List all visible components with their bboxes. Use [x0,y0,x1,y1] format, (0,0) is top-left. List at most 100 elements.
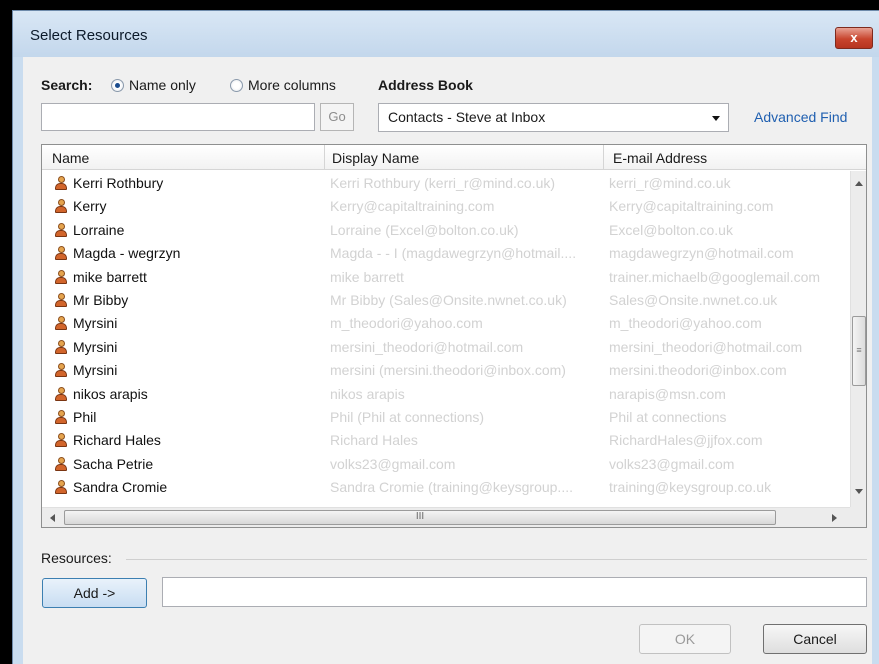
contact-email: m_theodori@yahoo.com [609,315,762,332]
table-row[interactable]: Myrsini m_theodori@yahoo.com m_theodori@ya… [42,313,850,336]
table-row[interactable]: nikos arapis nikos arapis narapis@msn.com [42,384,850,407]
horizontal-scrollbar[interactable]: III [42,507,850,527]
address-book-select[interactable]: Contacts - Steve at Inbox [378,103,729,132]
contact-name: Magda - wegrzyn [73,245,181,262]
scroll-left-icon[interactable] [50,514,55,522]
contact-icon [55,269,67,286]
contact-display-name: Richard Hales [330,432,418,449]
scrollbar-corner [850,507,866,527]
table-row[interactable]: mike barrett mike barrett trainer.michaelb… [42,267,850,290]
contact-email: RichardHales@jjfox.com [609,432,763,449]
contact-icon [55,316,67,332]
table-row[interactable]: Myrsini mersini (mersini.theodori@inbox.c… [42,360,850,383]
contact-icon [55,176,67,192]
contact-email: trainer.michaelb@googlemail.com [609,268,821,285]
list-header: Name Display Name E-mail Address [42,145,866,170]
vertical-scroll-thumb[interactable]: ≡ [852,316,866,386]
add-button[interactable]: Add -> [42,578,147,608]
contact-icon [55,386,67,403]
table-row[interactable]: Richard Hales Richard Hales RichardHales@j… [42,430,850,453]
contact-email: Kerry@capitaltraining.com [609,198,774,215]
contacts-list: Name Display Name E-mail Address Kerri R… [41,144,867,528]
contact-email: training@keysgroup.co.uk [609,479,772,496]
column-divider[interactable] [324,145,325,170]
contact-email: magdawegrzyn@hotmail.com [609,245,794,262]
contact-display-name: nikos arapis [330,385,405,402]
contact-display-name: Lorraine (Excel@bolton.co.uk) [330,221,519,238]
contact-icon [55,199,67,215]
contact-email: Excel@bolton.co.uk [609,221,733,238]
table-row[interactable]: Phil Phil (Phil at connections) Phil at co… [42,407,850,430]
column-divider[interactable] [603,145,604,170]
contact-icon [55,339,67,356]
scroll-up-icon[interactable] [855,181,863,186]
contact-display-name: mike barrett [330,268,404,285]
table-row[interactable]: Kerri Rothbury Kerri Rothbury (kerri_r@mi… [42,173,850,196]
dialog-window: Select Resources x Search: Name only Mor… [12,10,879,664]
close-icon: x [850,30,858,45]
table-row[interactable]: Sandra CromieSandra Cromie (Business Fax… [42,501,850,504]
scroll-down-icon[interactable] [855,489,863,494]
contact-display-name: mersini_theodori@hotmail.com [330,338,524,355]
window-title: Select Resources [30,27,148,44]
contact-email: mersini.theodori@inbox.com [609,362,787,379]
contact-name: Myrsini [73,338,118,355]
contact-email: mersini_theodori@hotmail.com [609,338,803,355]
contact-icon [55,433,67,449]
column-header-email[interactable]: E-mail Address [613,150,707,166]
contact-display-name: Mr Bibby (Sales@Onsite.nwnet.co.uk) [330,292,567,308]
contact-name: Lorraine [73,221,125,238]
contact-display-name: Phil (Phil at connections) [330,409,485,425]
scroll-right-icon[interactable] [832,514,837,522]
close-button[interactable]: x [835,27,873,49]
resources-input[interactable] [162,577,867,607]
search-input[interactable] [41,103,315,131]
go-button[interactable]: Go [320,103,354,131]
more-columns-label: More columns [248,77,336,93]
chevron-down-icon [712,116,720,121]
contact-email: volks23@gmail.com [609,455,735,472]
contact-name: Sacha Petrie [73,455,154,472]
horizontal-scroll-thumb[interactable]: III [64,510,776,525]
contact-icon [55,246,67,262]
vertical-scrollbar[interactable]: ≡ [850,171,866,507]
contact-icon [55,456,67,473]
name-only-radio[interactable]: Name only [111,77,196,93]
contact-name: Kerry [73,198,107,215]
more-columns-radio[interactable]: More columns [230,77,336,93]
table-row[interactable]: Sacha Petrie volks23@gmail.com volks23@gma… [42,454,850,477]
dialog-body: Search: Name only More columns Address B… [23,57,872,664]
ok-button[interactable]: OK [639,624,731,654]
table-row[interactable]: Lorraine Lorraine (Excel@bolton.co.uk) Exc… [42,220,850,243]
contact-email: Phil at connections [609,409,727,425]
advanced-find-link[interactable]: Advanced Find [754,109,847,125]
table-row[interactable]: Magda - wegrzyn Magda - - I (magdawegrzyn… [42,243,850,266]
contact-display-name: mersini (mersini.theodori@inbox.com) [330,362,566,379]
contact-display-name: volks23@gmail.com [330,455,456,472]
contact-name: nikos arapis [73,385,148,402]
search-label: Search: [41,77,93,93]
contact-name: Myrsini [73,315,118,332]
contact-name: Phil [73,409,97,425]
address-book-value: Contacts - Steve at Inbox [388,109,546,125]
cancel-button[interactable]: Cancel [763,624,867,654]
contact-icon [55,410,67,426]
contact-name: Sandra Cromie [73,479,168,496]
column-header-display-name[interactable]: Display Name [332,150,419,166]
contact-display-name: Kerri Rothbury (kerri_r@mind.co.uk) [330,175,556,191]
title-bar[interactable]: Select Resources x [13,11,879,57]
contact-email: Sales@Onsite.nwnet.co.uk [609,292,778,308]
table-row[interactable]: Myrsini mersini_theodori@hotmail.com mersi… [42,337,850,360]
table-row[interactable]: Sandra Cromie Sandra Cromie (training@key… [42,477,850,500]
contact-name: Mr Bibby [73,292,129,308]
contact-name: mike barrett [73,268,147,285]
resources-label: Resources: [41,550,112,566]
contacts-rows: Kerri Rothbury Kerri Rothbury (kerri_r@mi… [42,173,850,503]
radio-unselected-icon [230,78,243,92]
table-row[interactable]: Mr Bibby Mr Bibby (Sales@Onsite.nwnet.co.… [42,290,850,313]
column-header-name[interactable]: Name [52,150,89,166]
contact-display-name: Kerry@capitaltraining.com [330,198,495,215]
contact-email: kerri_r@mind.co.uk [609,175,731,191]
table-row[interactable]: Kerry Kerry@capitaltraining.com Kerry@capi… [42,196,850,219]
contact-display-name: m_theodori@yahoo.com [330,315,483,332]
